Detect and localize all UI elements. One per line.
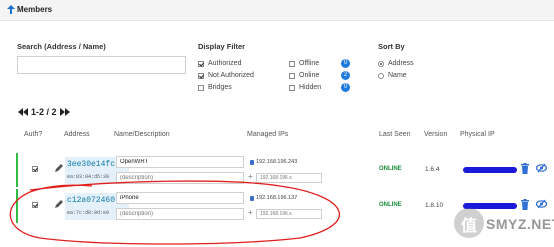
version-value: 1.6.4 <box>425 166 440 173</box>
managed-ip-value: 192.168.196.137 <box>256 195 298 201</box>
watermark-text: SMYZ.NET <box>486 216 554 232</box>
member-mac: ea:03:04:d5:39 <box>67 174 110 180</box>
filter-authorized[interactable]: Authorized <box>198 60 241 67</box>
member-description-input[interactable] <box>116 172 244 184</box>
search-label: Search (Address / Name) <box>17 42 106 51</box>
section-title: Members <box>17 5 53 14</box>
pagination-text: 1-2 / 2 <box>31 107 57 117</box>
sort-by-label: Sort By <box>378 42 405 51</box>
add-ip-input[interactable] <box>256 173 322 183</box>
filter-label: Online <box>299 72 320 79</box>
members-header[interactable]: Members <box>0 0 554 21</box>
next-page-icon[interactable] <box>64 108 70 116</box>
header-name[interactable]: Name/Description <box>114 131 170 138</box>
filter-not-authorized[interactable]: Not Authorized <box>198 72 254 79</box>
radio-button[interactable] <box>378 60 384 67</box>
filter-label: Hidden <box>299 84 322 91</box>
header-address[interactable]: Address <box>64 131 90 138</box>
filter-label: Authorized <box>208 60 242 67</box>
managed-ip: 192.168.196.137 <box>250 195 297 201</box>
checkbox[interactable] <box>198 60 204 67</box>
member-id: c12a072460 <box>67 196 116 205</box>
header-auth[interactable]: Auth? <box>24 131 42 138</box>
sort-address[interactable]: Address <box>378 60 414 67</box>
checkbox[interactable] <box>198 84 204 91</box>
prev-page-icon[interactable] <box>23 108 28 116</box>
pencil-icon[interactable] <box>54 199 64 209</box>
add-ip-icon[interactable]: + <box>248 172 253 181</box>
member-id: 3ee30e14fc <box>67 160 116 169</box>
filter-online[interactable]: Online <box>289 72 319 79</box>
filter-hidden[interactable]: Hidden <box>289 84 321 91</box>
remove-ip-icon[interactable] <box>250 195 254 201</box>
search-input[interactable] <box>17 56 186 74</box>
arrow-up-icon <box>7 5 15 14</box>
display-filter-label: Display Filter <box>198 42 246 51</box>
offline-count-badge: 0 <box>341 59 350 68</box>
pagination: 1-2 / 2 <box>18 107 70 117</box>
filter-bridges[interactable]: Bridges <box>198 84 232 91</box>
member-name-input[interactable] <box>116 192 244 204</box>
managed-ip-value: 192.168.196.243 <box>256 159 298 165</box>
watermark-badge-text: 值 <box>460 218 477 235</box>
checkbox[interactable] <box>289 60 295 67</box>
header-physical-ip[interactable]: Physical IP <box>460 131 495 138</box>
filter-label: Offline <box>299 60 320 67</box>
filter-offline[interactable]: Offline <box>289 60 319 67</box>
version-value: 1.8.10 <box>425 202 444 209</box>
member-description-input[interactable] <box>116 208 244 220</box>
managed-ip: 192.168.196.243 <box>250 159 297 165</box>
add-ip-input[interactable] <box>256 209 322 219</box>
watermark: 值 SMYZ.NET <box>448 200 554 244</box>
remove-ip-icon[interactable] <box>250 159 254 165</box>
member-row: 3ee30e14fc ea:03:04:d5:39 192.168.196.24… <box>16 153 554 187</box>
online-count-badge: 2 <box>341 71 350 80</box>
filter-label: Not Authorized <box>208 72 254 79</box>
pencil-icon[interactable] <box>54 163 64 173</box>
header-version[interactable]: Version <box>424 131 447 138</box>
authorized-checkbox[interactable] <box>32 166 38 172</box>
sort-option-label: Name <box>388 72 407 79</box>
checkbox[interactable] <box>289 72 295 79</box>
add-ip-icon[interactable]: + <box>248 208 253 217</box>
trash-icon[interactable] <box>520 163 530 174</box>
checkbox[interactable] <box>198 72 204 79</box>
eye-slash-icon[interactable] <box>536 163 547 173</box>
header-last-seen[interactable]: Last Seen <box>379 131 411 138</box>
header-managed-ips[interactable]: Managed IPs <box>247 131 288 138</box>
watermark-badge: 值 <box>454 208 484 238</box>
sort-option-label: Address <box>388 60 414 67</box>
physical-ip-redacted <box>463 167 517 173</box>
member-name-input[interactable] <box>116 156 244 168</box>
checkbox[interactable] <box>289 84 295 91</box>
authorized-checkbox[interactable] <box>32 202 38 208</box>
member-mac: ea:7c:d8:0d:e9 <box>67 210 110 216</box>
hidden-count-badge: 0 <box>341 83 350 92</box>
last-seen-status: ONLINE <box>379 202 402 208</box>
filter-label: Bridges <box>208 84 232 91</box>
last-seen-status: ONLINE <box>379 166 402 172</box>
sort-name[interactable]: Name <box>378 72 407 79</box>
radio-button[interactable] <box>378 72 384 79</box>
